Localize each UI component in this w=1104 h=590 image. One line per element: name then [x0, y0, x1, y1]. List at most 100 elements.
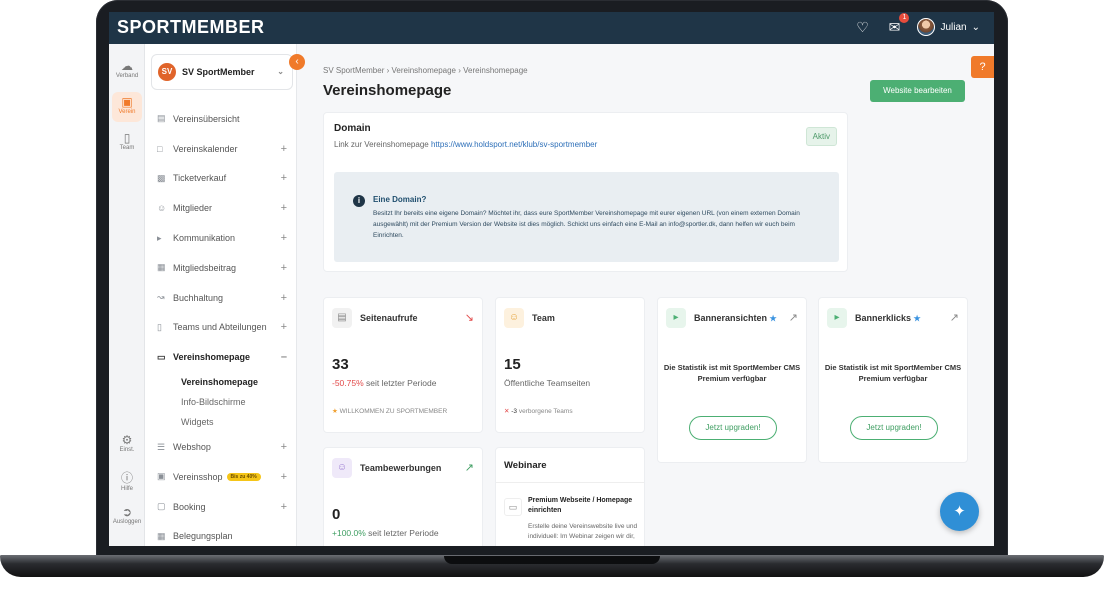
plus-icon[interactable]: + — [281, 292, 287, 304]
plus-icon[interactable]: + — [281, 501, 287, 513]
team-icon: ☺ — [504, 308, 524, 328]
user-menu[interactable]: Julian ⌄ — [917, 18, 980, 36]
trophy-icon: ★ — [332, 408, 338, 415]
plus-icon[interactable]: + — [281, 471, 287, 483]
sidebar-item-label: Teams und Abteilungen — [173, 322, 267, 333]
rail-label: Ausloggen — [112, 519, 142, 525]
stat-change: +100.0% — [332, 528, 366, 538]
plus-icon[interactable]: + — [281, 202, 287, 214]
help-button[interactable]: ? — [971, 56, 994, 78]
plus-icon[interactable]: + — [281, 321, 287, 333]
rail-label: Verein — [118, 109, 136, 115]
sidebar-item-webshop[interactable]: ☰ Webshop + — [145, 432, 297, 462]
upgrade-message-line: Die Statistik ist mit SportMember CMS — [663, 363, 801, 372]
chart-icon: ↝ — [157, 292, 165, 303]
rail-item-logout[interactable]: ➲ Ausloggen — [112, 502, 142, 532]
rail-item-team[interactable]: ▯ Team — [112, 128, 142, 158]
avatar — [917, 18, 936, 36]
sidebar-item-vereinsuebersicht[interactable]: ▤ Vereinsübersicht — [145, 104, 297, 134]
rail-label: Team — [119, 145, 135, 151]
top-bar: SPORTMEMBER ♡ ✉ 1 Julian ⌄ — [109, 12, 994, 44]
upgrade-message: Die Statistik ist mit SportMember CMS Pre… — [658, 362, 806, 384]
upgrade-message-line: Die Statistik ist mit SportMember CMS — [824, 363, 962, 372]
shirt-icon: ▯ — [123, 131, 131, 145]
sidebar-collapse-button[interactable]: ‹ — [289, 54, 305, 70]
rail-item-help[interactable]: ⓘ Hilfe — [112, 466, 142, 496]
sidebar-item-buchhaltung[interactable]: ↝ Buchhaltung + — [145, 283, 297, 313]
chevron-down-icon: ⌄ — [277, 67, 284, 76]
sidebar-subitem-widgets[interactable]: Widgets — [145, 412, 297, 432]
sidebar-item-label: Kommunikation — [173, 233, 236, 244]
top-bar-actions: ♡ ✉ 1 Julian ⌄ — [853, 13, 980, 36]
sidebar-item-kommunikation[interactable]: ▸ Kommunikation + — [145, 223, 297, 253]
stat-card-teambewerbungen: ☺ Teambewerbungen ↗ 0 +100.0% seit letzt… — [323, 447, 483, 546]
sidebar-item-vereinskalender[interactable]: □ Vereinskalender + — [145, 134, 297, 164]
sidebar-item-belegungsplan[interactable]: ▦ Belegungsplan — [145, 522, 297, 546]
webinar-item-title[interactable]: Premium Webseite / Homepage einrichten — [528, 496, 643, 516]
mail-icon[interactable]: ✉ 1 — [885, 13, 910, 36]
sidebar-item-teams[interactable]: ▯ Teams und Abteilungen + — [145, 313, 297, 343]
help-icon: ⓘ — [120, 471, 133, 485]
breadcrumb-item[interactable]: SV SportMember — [323, 66, 384, 75]
stat-footer-text: WILLKOMMEN ZU SPORTMEMBER — [339, 408, 448, 415]
edit-website-button[interactable]: Website bearbeiten — [870, 80, 965, 102]
plus-icon[interactable]: + — [281, 172, 287, 184]
sidebar-item-label: Mitgliedsbeitrag — [173, 262, 237, 273]
monitor-icon: ▭ — [157, 351, 166, 362]
sidebar-item-mitglieder[interactable]: ☺ Mitglieder + — [145, 193, 297, 223]
club-selector[interactable]: SV SV SportMember ⌄ — [151, 54, 293, 90]
sidebar-item-vereinsshop[interactable]: ▣ Vereinsshop Bis zu 40% + — [145, 462, 297, 492]
sidebar-item-label: Vereinskalender — [173, 143, 238, 154]
sidebar-item-ticketverkauf[interactable]: ▩ Ticketverkauf + — [145, 164, 297, 194]
shop-icon: ▣ — [157, 471, 166, 482]
breadcrumb: SV SportMember › Vereinshomepage › Verei… — [323, 66, 528, 75]
rail-item-verein[interactable]: ▣ Verein — [112, 92, 142, 122]
plus-icon[interactable]: + — [281, 143, 287, 155]
upgrade-message: Die Statistik ist mit SportMember CMS Pre… — [819, 362, 967, 384]
rail-label: Einst. — [119, 447, 135, 453]
ai-assistant-button[interactable]: ✦ — [940, 492, 979, 531]
breadcrumb-separator: › — [458, 66, 461, 75]
sidebar-nav: ▤ Vereinsübersicht □ Vereinskalender + ▩ Tic… — [145, 104, 297, 546]
minus-icon[interactable]: – — [281, 351, 287, 363]
sidebar-item-vereinshomepage[interactable]: ▭ Vereinshomepage – — [145, 342, 297, 372]
status-badge: Aktiv — [805, 127, 837, 146]
sidebar-subitem-info-bildschirme[interactable]: Info-Bildschirme — [145, 392, 297, 412]
rail-item-verband[interactable]: ☁ Verband — [112, 56, 142, 86]
megaphone-icon: ▸ — [827, 308, 847, 328]
stat-sub: Öffentliche Teamseiten — [504, 378, 591, 388]
bell-icon[interactable]: ♡ — [853, 18, 871, 36]
stat-card-seitenaufrufe: ▤ Seitenaufrufe ↘ 33 -50.75% seit letzte… — [323, 297, 483, 433]
webinar-item-description: Erstelle deine Vereinswebsite live und i… — [528, 523, 638, 540]
upgrade-button[interactable]: Jetzt upgraden! — [689, 416, 777, 440]
rail-item-settings[interactable]: ⚙ Einst. — [112, 430, 142, 460]
domain-title: Domain — [334, 123, 371, 134]
domain-link[interactable]: https://www.holdsport.net/klub/sv-sportm… — [431, 140, 597, 149]
sidebar-subitem-vereinshomepage[interactable]: Vereinshomepage — [145, 372, 297, 392]
sidebar-item-mitgliedsbeitrag[interactable]: ▦ Mitgliedsbeitrag + — [145, 253, 297, 283]
upgrade-button[interactable]: Jetzt upgraden! — [850, 416, 938, 440]
app-logo[interactable]: SPORTMEMBER — [117, 17, 265, 38]
stat-label: Team — [532, 313, 555, 323]
logout-icon: ➲ — [121, 505, 133, 519]
plus-icon[interactable]: + — [281, 262, 287, 274]
dashboard-icon: ▤ — [157, 113, 166, 124]
stat-label: Teambewerbungen — [360, 463, 442, 473]
app-screen: SPORTMEMBER ♡ ✉ 1 Julian ⌄ ☁ Verband ▣ V… — [109, 12, 994, 546]
stat-footer-text: verborgene Teams — [518, 408, 573, 415]
info-text: Besitzt Ihr bereits eine eigene Domain? … — [373, 210, 800, 239]
sidebar-item-label: Ticketverkauf — [173, 173, 227, 184]
breadcrumb-item: Vereinshomepage — [463, 66, 528, 75]
cloud-icon: ☁ — [121, 59, 133, 73]
shop-icon: ▣ — [121, 95, 133, 109]
plus-icon[interactable]: + — [281, 441, 287, 453]
chevron-down-icon: ⌄ — [971, 21, 980, 33]
plus-icon[interactable]: + — [281, 232, 287, 244]
info-icon: i — [353, 195, 365, 207]
star-icon: ★ — [769, 314, 777, 323]
domain-link-label: Link zur Vereinshomepage — [334, 140, 429, 149]
sidebar-item-booking[interactable]: ▢ Booking + — [145, 492, 297, 522]
stat-value: 0 — [332, 506, 341, 523]
info-title: Eine Domain? — [373, 195, 427, 204]
breadcrumb-item[interactable]: Vereinshomepage — [392, 66, 457, 75]
